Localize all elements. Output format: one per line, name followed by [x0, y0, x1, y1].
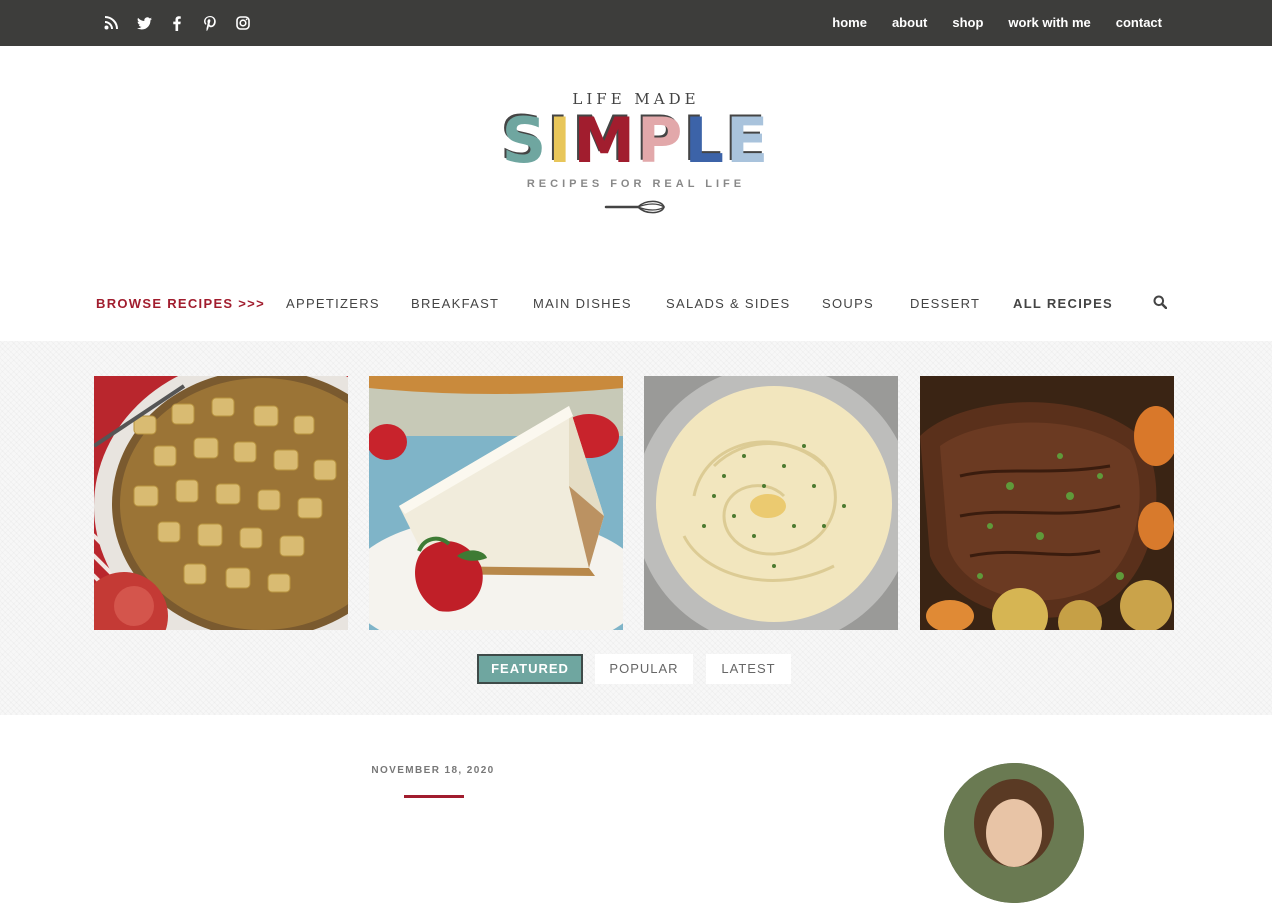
nav-home[interactable]: home [832, 15, 867, 30]
category-appetizers[interactable]: APPETIZERS [286, 296, 380, 311]
search-icon[interactable] [1153, 295, 1168, 312]
logo-letter: M [573, 104, 638, 177]
rss-icon[interactable] [100, 12, 122, 34]
nav-work-with-me[interactable]: work with me [1008, 15, 1090, 30]
apple-filling-photo[interactable] [94, 376, 348, 630]
category-all-recipes[interactable]: ALL RECIPES [1013, 296, 1113, 311]
category-dessert[interactable]: DESSERT [910, 296, 980, 311]
logo-letter: S [501, 104, 549, 177]
twitter-icon[interactable] [133, 12, 155, 34]
top-nav: home about shop work with me contact [807, 15, 1162, 30]
author-avatar[interactable] [944, 763, 1084, 903]
browse-recipes-link[interactable]: BROWSE RECIPES >>> [96, 296, 265, 311]
mashed-potatoes-photo[interactable] [644, 376, 898, 630]
pinterest-icon[interactable] [199, 12, 221, 34]
category-soups[interactable]: SOUPS [822, 296, 874, 311]
top-bar: home about shop work with me contact [0, 0, 1272, 46]
category-nav: BROWSE RECIPES >>> APPETIZERS BREAKFAST … [0, 288, 1272, 318]
logo-letter: P [637, 104, 685, 177]
logo-tagline: RECIPES FOR REAL LIFE [526, 178, 746, 190]
whisk-icon [440, 198, 832, 221]
tab-popular[interactable]: POPULAR [595, 654, 693, 684]
logo-letter: E [726, 104, 771, 177]
logo-main-word: SIMPLE [440, 110, 832, 172]
social-links [100, 12, 265, 34]
date-divider [404, 795, 464, 798]
instagram-icon[interactable] [232, 12, 254, 34]
nav-shop[interactable]: shop [952, 15, 983, 30]
nav-contact[interactable]: contact [1116, 15, 1162, 30]
category-main-dishes[interactable]: MAIN DISHES [533, 296, 632, 311]
category-salads-sides[interactable]: SALADS & SIDES [666, 296, 790, 311]
post-date: NOVEMBER 18, 2020 [371, 765, 495, 776]
category-breakfast[interactable]: BREAKFAST [411, 296, 499, 311]
tab-latest[interactable]: LATEST [706, 654, 791, 684]
tab-featured[interactable]: FEATURED [477, 654, 583, 684]
logo-letter: I [548, 104, 574, 177]
featured-section: FEATURED POPULAR LATEST [0, 341, 1272, 715]
logo-letter: L [684, 104, 727, 177]
site-logo[interactable]: LIFE MADE SIMPLE RECIPES FOR REAL LIFE [440, 88, 832, 238]
facebook-icon[interactable] [166, 12, 188, 34]
nav-about[interactable]: about [892, 15, 927, 30]
pot-roast-photo[interactable] [920, 376, 1174, 630]
cheesecake-photo[interactable] [369, 376, 623, 630]
